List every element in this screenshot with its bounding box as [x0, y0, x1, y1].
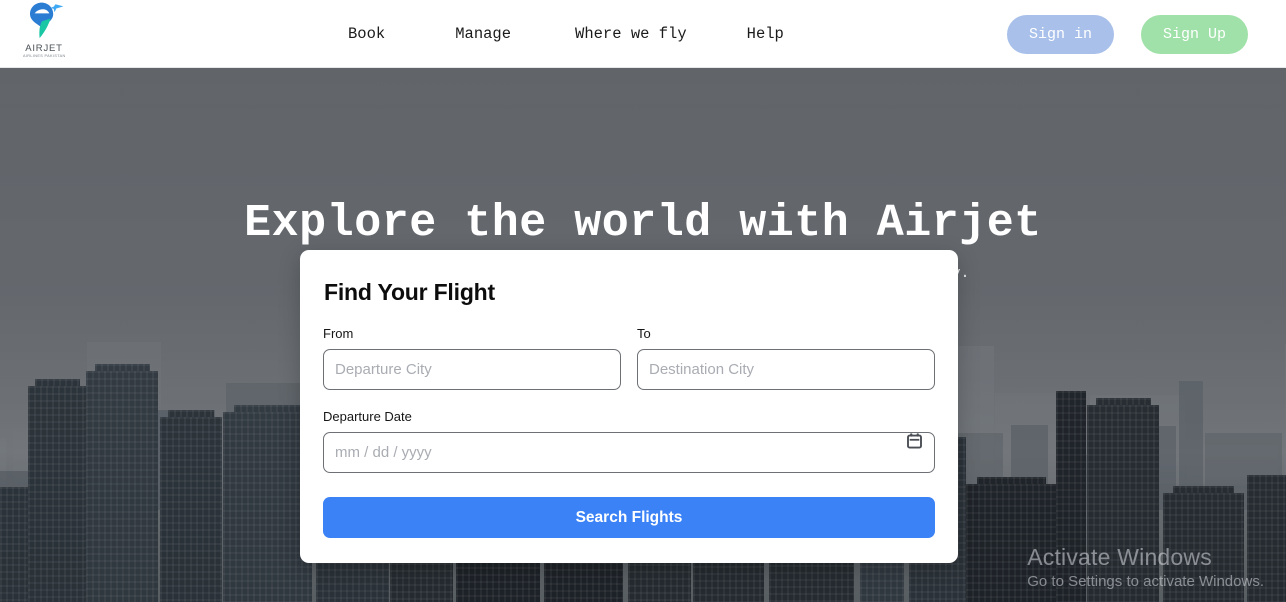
flight-search-card: Find Your Flight From To Departure Date … — [300, 250, 958, 563]
main-nav: Book Manage Where we fly Help — [348, 0, 784, 68]
brand-tagline: AIRLINES PAKISTAN — [22, 53, 66, 59]
sign-up-button[interactable]: Sign Up — [1140, 14, 1248, 54]
brand-logo[interactable]: AIRJET AIRLINES PAKISTAN — [14, 0, 74, 68]
from-input[interactable] — [323, 349, 621, 390]
nav-item-where-we-fly[interactable]: Where we fly — [575, 25, 687, 43]
nav-item-manage[interactable]: Manage — [455, 25, 511, 43]
nav-item-book[interactable]: Book — [348, 25, 385, 43]
card-title: Find Your Flight — [324, 279, 495, 305]
departure-date-label: Departure Date — [323, 409, 412, 424]
departure-date-group: Departure Date — [323, 408, 935, 473]
nav-item-help[interactable]: Help — [747, 25, 784, 43]
from-label: From — [323, 326, 354, 341]
search-flights-button[interactable]: Search Flights — [323, 497, 935, 538]
auth-actions: Sign in Sign Up — [1006, 0, 1248, 68]
airjet-logo-icon — [21, 1, 67, 45]
hero-title: Explore the world with Airjet — [244, 198, 1042, 249]
from-field-group: From — [323, 325, 621, 390]
sign-in-button[interactable]: Sign in — [1006, 14, 1114, 54]
windows-activation-watermark: Activate Windows Go to Settings to activ… — [1027, 542, 1264, 592]
departure-date-input[interactable] — [323, 432, 935, 473]
to-input[interactable] — [637, 349, 935, 390]
to-field-group: To — [637, 325, 935, 390]
origin-destination-row: From To — [323, 325, 935, 390]
to-label: To — [637, 326, 651, 341]
brand-name: AIRJET — [25, 43, 63, 54]
watermark-subtitle: Go to Settings to activate Windows. — [1027, 573, 1264, 590]
watermark-title: Activate Windows — [1027, 544, 1212, 570]
site-header: AIRJET AIRLINES PAKISTAN Book Manage Whe… — [0, 0, 1286, 68]
